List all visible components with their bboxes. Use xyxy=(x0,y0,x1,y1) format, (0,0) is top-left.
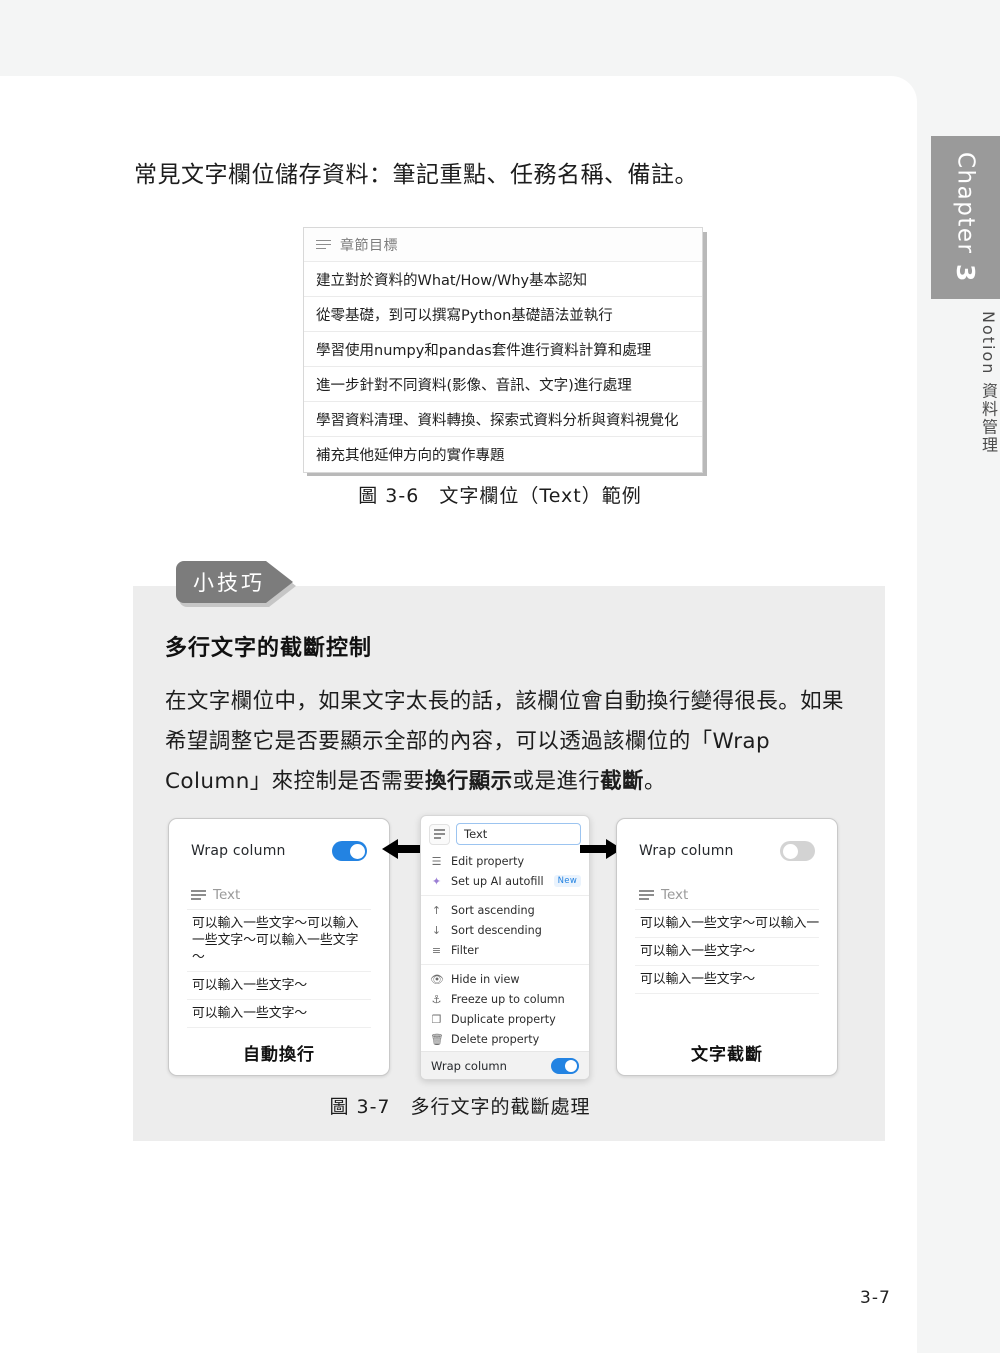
tip-flag-label: 小技巧 xyxy=(193,571,265,595)
duplicate-icon: ❐ xyxy=(431,1012,442,1026)
wrap-column-label-left: Wrap column xyxy=(191,843,286,859)
property-name-input[interactable]: Text xyxy=(456,823,581,845)
intro-paragraph: 常見文字欄位儲存資料：筆記重點、任務名稱、備註。 xyxy=(134,162,698,188)
table-cell[interactable]: 可以輸入一些文字～ xyxy=(635,966,819,994)
menu-item-label: Edit property xyxy=(451,854,525,868)
table-cell[interactable]: 可以輸入一些文字～可以輸入一些文字～可以輸入一些文字～ xyxy=(187,910,371,972)
wrap-on-panel: Wrap column Text 可以輸入一些文字～可以輸入一些文字～可以輸入一… xyxy=(168,818,390,1076)
menu-divider xyxy=(421,964,589,965)
menu-divider xyxy=(421,895,589,896)
sparkle-icon: ✦ xyxy=(431,874,442,888)
filter-icon: ≡ xyxy=(431,943,442,957)
book-page: Chapter 3 Notion 資料管理 常見文字欄位儲存資料：筆記重點、任務… xyxy=(0,0,1000,1353)
text-lines-icon[interactable] xyxy=(429,823,450,845)
menu-item-label: Sort descending xyxy=(451,923,542,937)
text-lines-icon xyxy=(316,239,331,250)
wrap-column-toggle-off[interactable] xyxy=(780,841,815,861)
menu-item-freeze-up-to-column[interactable]: ⚓ Freeze up to column xyxy=(421,989,589,1009)
panel-footer-right: 文字截斷 xyxy=(691,1045,763,1065)
table-row: 補充其他延伸方向的實作專題 xyxy=(316,448,505,464)
wrap-column-row-right[interactable]: Wrap column xyxy=(617,819,837,861)
menu-wrap-column-toggle[interactable] xyxy=(551,1057,579,1074)
table-row: 進一步針對不同資料(影像、音訊、文字)進行處理 xyxy=(304,367,702,402)
table-cell[interactable]: 可以輸入一些文字～可以輸入一 xyxy=(635,910,819,938)
menu-item-sort-descending[interactable]: ↓ Sort descending xyxy=(421,920,589,940)
chapter-rail: Chapter 3 Notion 資料管理 xyxy=(917,76,1000,1353)
tip-title: 多行文字的截斷控制 xyxy=(165,636,373,661)
trash-icon: 🗑 xyxy=(430,1032,444,1046)
eye-hidden-icon: 👁 xyxy=(430,972,444,986)
menu-item-ai-autofill[interactable]: ✦ Set up AI autofill New xyxy=(421,871,589,891)
menu-item-label: Delete property xyxy=(451,1032,540,1046)
menu-item-filter[interactable]: ≡ Filter xyxy=(421,940,589,960)
wrap-off-panel: Wrap column Text 可以輸入一些文字～可以輸入一 可以輸入一些文字… xyxy=(616,818,838,1076)
menu-item-delete-property[interactable]: 🗑 Delete property xyxy=(421,1029,589,1049)
new-badge: New xyxy=(553,875,582,887)
menu-item-duplicate-property[interactable]: ❐ Duplicate property xyxy=(421,1009,589,1029)
menu-item-label: Set up AI autofill xyxy=(451,874,544,888)
figure-3-6: 章節目標 建立對於資料的What/How/Why基本認知 從零基礎，到可以撰寫P… xyxy=(303,227,707,476)
figure-3-6-caption: 圖 3-6 文字欄位（Text）範例 xyxy=(358,485,642,507)
menu-search-row: Text xyxy=(421,816,589,851)
arrow-left-icon xyxy=(382,839,424,859)
chapter-number: 3 xyxy=(951,263,980,283)
tip-paragraph-part3: 。 xyxy=(643,769,666,794)
goals-table: 章節目標 建立對於資料的What/How/Why基本認知 從零基礎，到可以撰寫P… xyxy=(303,227,703,473)
menu-wrap-column-label: Wrap column xyxy=(431,1058,507,1073)
tip-paragraph-part2: 或是進行 xyxy=(512,769,601,794)
table-cell[interactable]: 可以輸入一些文字～ xyxy=(187,1000,371,1028)
tip-paragraph: 在文字欄位中，如果文字太長的話，該欄位會自動換行變得很長。如果希望調整它是否要顯… xyxy=(165,682,855,802)
page-number: 3-7 xyxy=(860,1288,891,1308)
cell-list-right: 可以輸入一些文字～可以輸入一 可以輸入一些文字～ 可以輸入一些文字～ xyxy=(635,909,819,994)
tip-paragraph-bold1: 換行顯示 xyxy=(424,769,513,794)
menu-item-label: Filter xyxy=(451,943,479,957)
table-row: 建立對於資料的What/How/Why基本認知 xyxy=(304,262,702,297)
table-cell[interactable]: 可以輸入一些文字～ xyxy=(187,972,371,1000)
menu-item-label: Freeze up to column xyxy=(451,992,565,1006)
property-context-menu: Text ☰ Edit property ✦ Set up AI autofil… xyxy=(420,815,590,1080)
text-lines-icon xyxy=(639,890,654,900)
menu-item-label: Duplicate property xyxy=(451,1012,556,1026)
wrap-column-row-left[interactable]: Wrap column xyxy=(169,819,389,861)
chapter-title: Notion 資料管理 xyxy=(979,311,998,455)
tip-paragraph-bold2: 截斷 xyxy=(600,769,644,794)
pin-icon: ⚓ xyxy=(431,992,442,1006)
table-header-label: 章節目標 xyxy=(340,237,398,254)
column-label-left: Text xyxy=(213,887,241,903)
menu-item-label: Sort ascending xyxy=(451,903,535,917)
column-label-right: Text xyxy=(661,887,689,903)
figure-3-7: Wrap column Text 可以輸入一些文字～可以輸入一些文字～可以輸入一… xyxy=(168,815,848,1080)
arrow-up-icon: ↑ xyxy=(431,903,442,917)
column-header-right: Text xyxy=(617,861,837,909)
arrow-down-icon: ↓ xyxy=(431,923,442,937)
text-lines-icon xyxy=(191,890,206,900)
figure-3-7-caption: 圖 3-7 多行文字的截斷處理 xyxy=(329,1096,591,1118)
table-header-row: 章節目標 xyxy=(304,228,702,262)
menu-item-hide-in-view[interactable]: 👁 Hide in view xyxy=(421,969,589,989)
table-row: 從零基礎，到可以撰寫Python基礎語法並執行 xyxy=(304,297,702,332)
menu-item-sort-ascending[interactable]: ↑ Sort ascending xyxy=(421,900,589,920)
table-row: 學習資料清理、資料轉換、探索式資料分析與資料視覺化 xyxy=(304,402,702,437)
column-header-left: Text xyxy=(169,861,389,909)
wrap-column-label-right: Wrap column xyxy=(639,843,734,859)
chapter-word: Chapter xyxy=(952,152,979,255)
menu-wrap-column-row[interactable]: Wrap column xyxy=(421,1051,589,1079)
table-cell[interactable]: 可以輸入一些文字～ xyxy=(635,938,819,966)
table-row: 學習使用numpy和pandas套件進行資料計算和處理 xyxy=(304,332,702,367)
list-icon: ☰ xyxy=(431,854,442,868)
menu-item-label: Hide in view xyxy=(451,972,520,986)
wrap-column-toggle-on[interactable] xyxy=(332,841,367,861)
menu-item-edit-property[interactable]: ☰ Edit property xyxy=(421,851,589,871)
panel-footer-left: 自動換行 xyxy=(243,1045,315,1065)
chapter-tab: Chapter 3 xyxy=(931,136,1000,299)
cell-list-left: 可以輸入一些文字～可以輸入一些文字～可以輸入一些文字～ 可以輸入一些文字～ 可以… xyxy=(187,909,371,1028)
tip-flag: 小技巧 xyxy=(176,561,296,607)
